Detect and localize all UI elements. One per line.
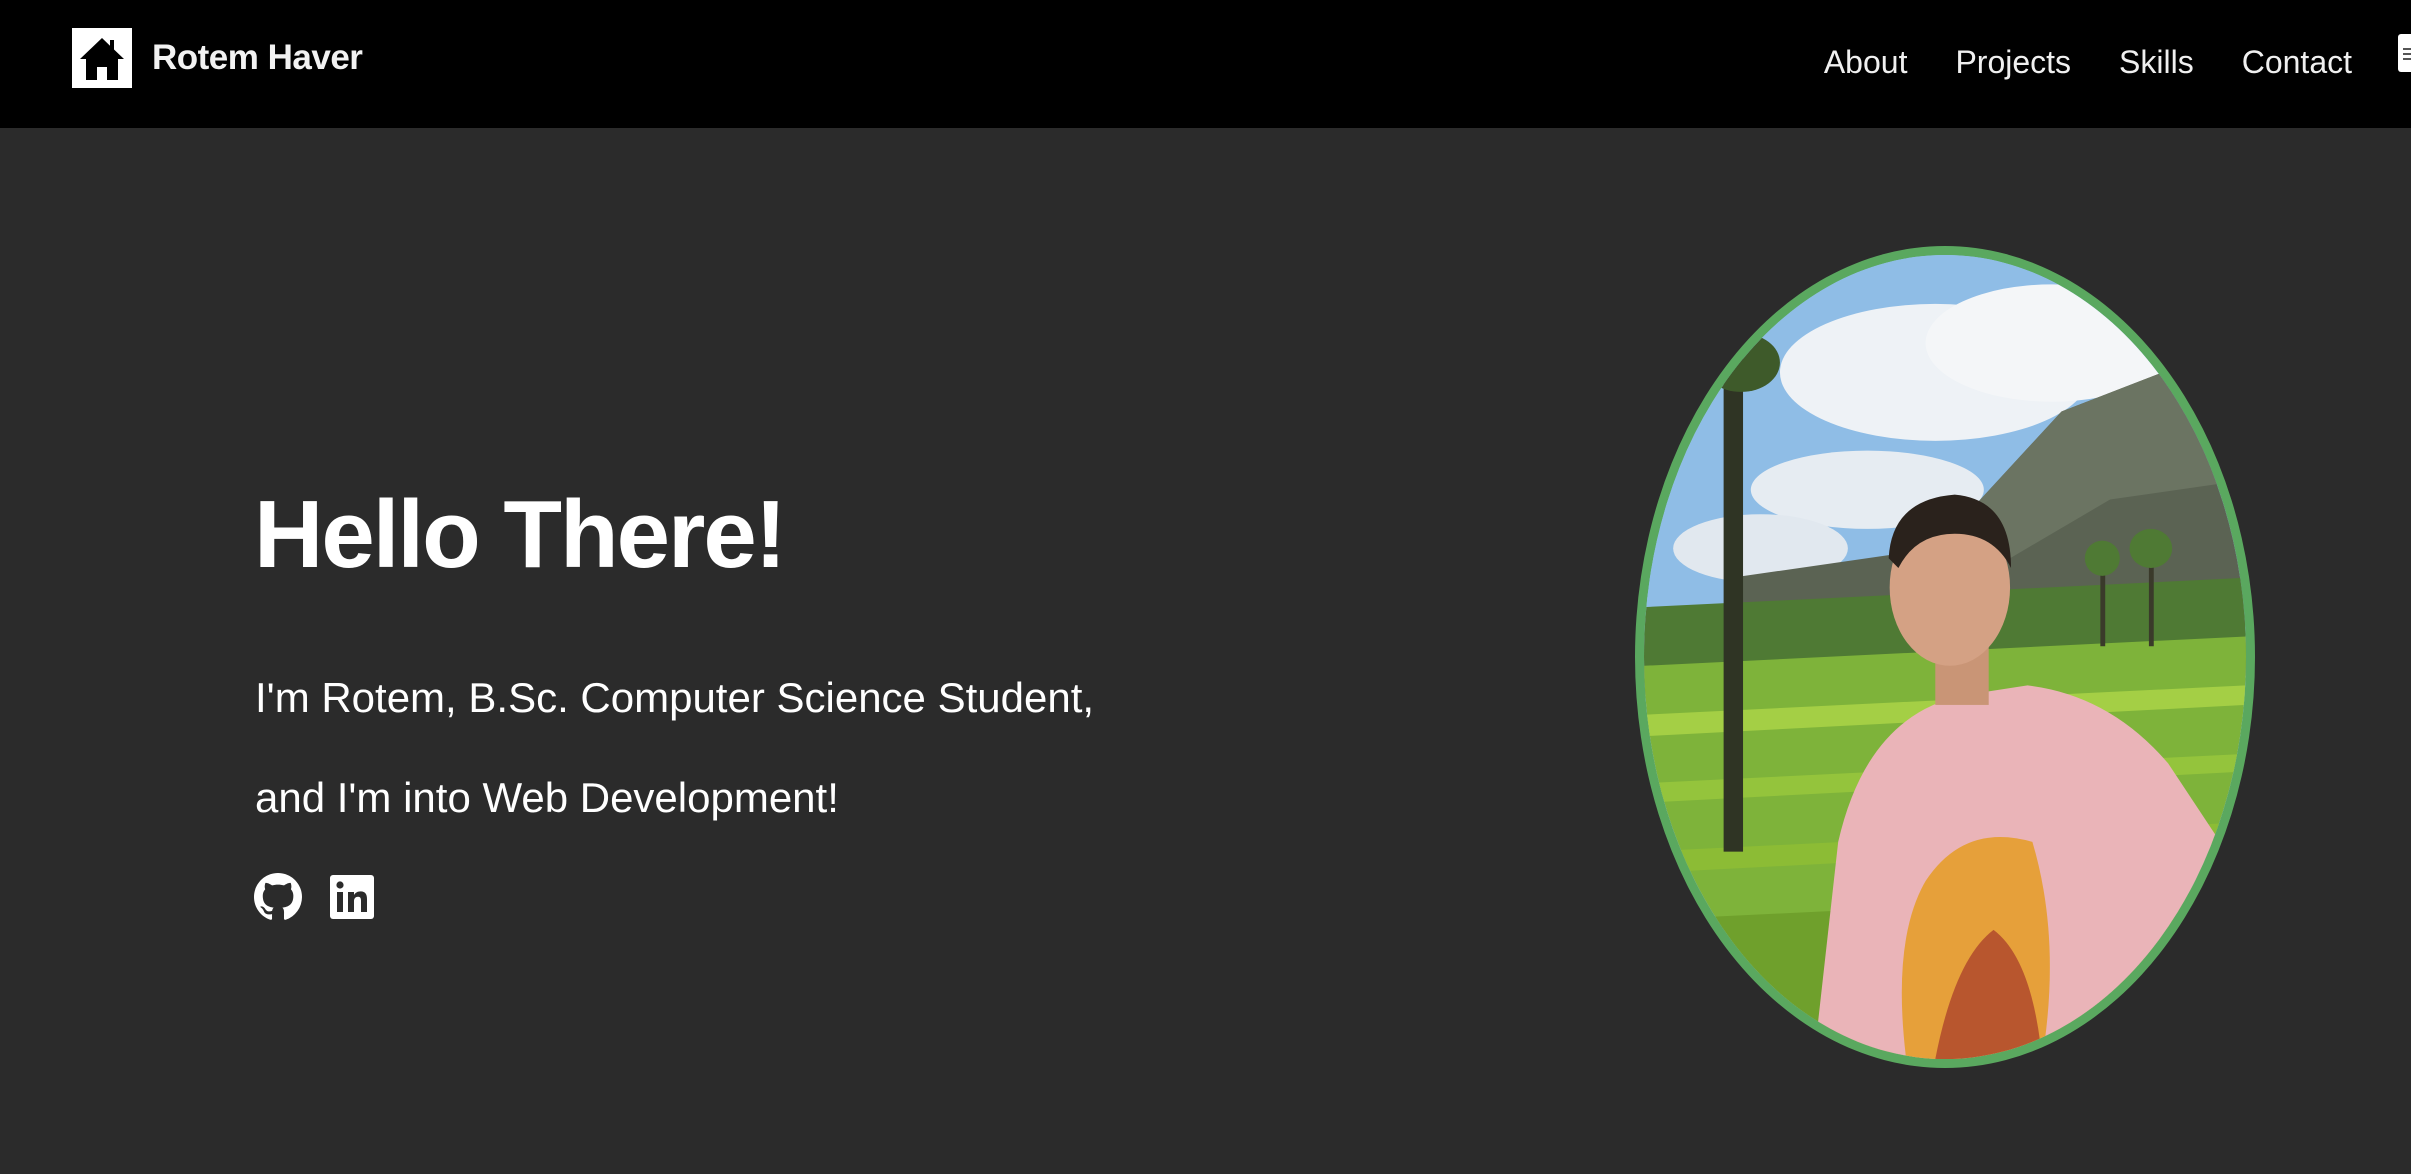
- navbar: Rotem Haver About Projects Skills Contac…: [0, 0, 2411, 128]
- profile-photo: [1635, 246, 2255, 1068]
- nav-links: About Projects Skills Contact: [1776, 40, 2352, 84]
- home-icon: [72, 28, 132, 88]
- hero-title: Hello There!: [254, 481, 787, 588]
- nav-link-skills[interactable]: Skills: [2119, 40, 2194, 84]
- social-links: [254, 873, 376, 921]
- nav-link-about[interactable]: About: [1824, 40, 1908, 84]
- github-icon: [254, 873, 302, 920]
- nav-link-contact[interactable]: Contact: [2242, 40, 2352, 84]
- menu-toggle-button[interactable]: [2398, 34, 2411, 72]
- hero-intro-line-2: and I'm into Web Development!: [255, 774, 839, 821]
- nav-link-projects[interactable]: Projects: [1955, 40, 2071, 84]
- linkedin-icon: [330, 875, 374, 919]
- brand-home-link[interactable]: Rotem Haver: [72, 28, 363, 88]
- github-link[interactable]: [254, 873, 302, 921]
- linkedin-link[interactable]: [328, 873, 376, 921]
- hero-intro-line-1: I'm Rotem, B.Sc. Computer Science Studen…: [255, 674, 1095, 721]
- brand-name: Rotem Haver: [152, 38, 363, 77]
